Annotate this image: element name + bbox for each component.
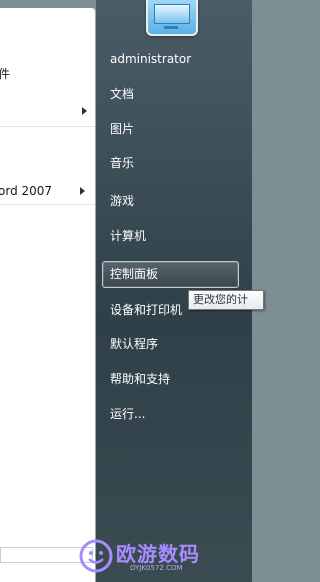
- games-item[interactable]: 游戏: [110, 191, 134, 211]
- default-programs-item[interactable]: 默认程序: [110, 334, 158, 354]
- tooltip: 更改您的计: [188, 290, 264, 310]
- programs-pane: 件 ord 2007: [0, 8, 96, 582]
- user-folder-item[interactable]: administrator: [110, 49, 191, 69]
- divider: [0, 204, 95, 205]
- program-item-2[interactable]: [0, 100, 95, 122]
- devices-printers-item[interactable]: 设备和打印机: [110, 300, 182, 320]
- smiley-logo-icon: [79, 539, 113, 573]
- watermark-brand: 欧游数码: [116, 542, 200, 566]
- computer-item[interactable]: 计算机: [110, 226, 146, 246]
- documents-item[interactable]: 文档: [110, 84, 134, 104]
- program-item-label: 件: [0, 67, 11, 81]
- program-item-1[interactable]: 件: [0, 63, 93, 85]
- help-support-item[interactable]: 帮助和支持: [110, 369, 170, 389]
- pictures-item[interactable]: 图片: [110, 119, 134, 139]
- watermark-logo: 欧游数码 OYJK0572.COM: [78, 536, 252, 582]
- divider: [0, 126, 95, 127]
- submenu-arrow-icon: [82, 107, 87, 115]
- monitor-icon: [154, 4, 190, 24]
- submenu-arrow-icon: [80, 187, 85, 195]
- control-panel-item[interactable]: 控制面板: [110, 264, 158, 284]
- program-item-word[interactable]: ord 2007: [0, 180, 93, 202]
- run-item[interactable]: 运行...: [110, 404, 145, 424]
- program-item-label: ord 2007: [0, 184, 53, 198]
- user-picture-icon[interactable]: [146, 0, 198, 36]
- monitor-stand: [164, 26, 178, 29]
- music-item[interactable]: 音乐: [110, 153, 134, 173]
- watermark-url: OYJK0572.COM: [130, 564, 183, 572]
